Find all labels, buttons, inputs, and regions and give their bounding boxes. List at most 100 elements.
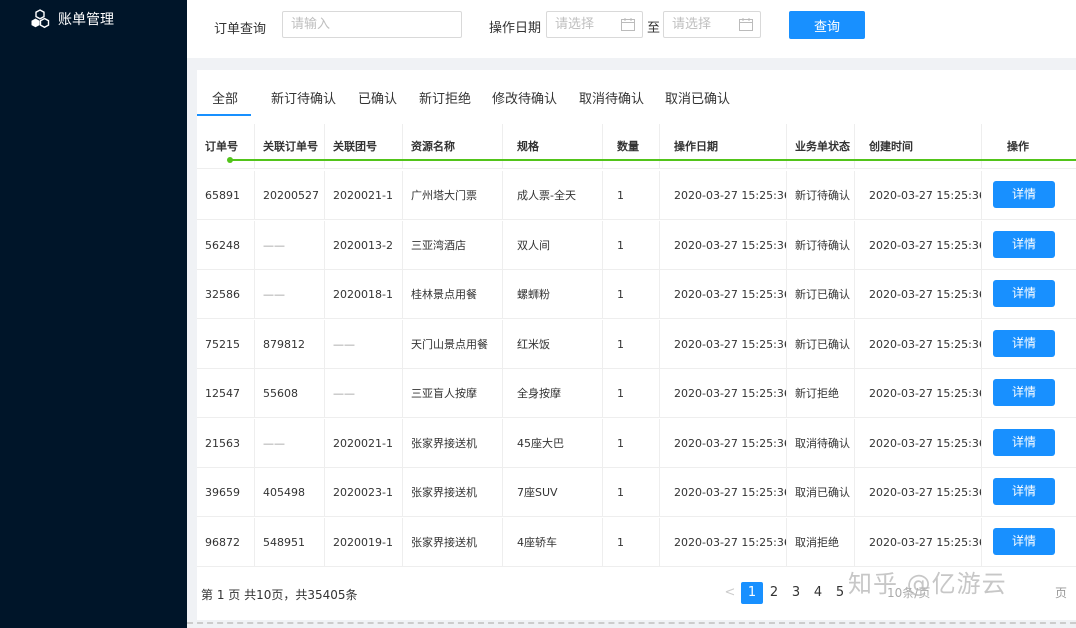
detail-button[interactable]: 详情 <box>993 329 1055 357</box>
date-from-placeholder: 请选择 <box>555 17 595 32</box>
col-status: 业务单状态 <box>787 124 855 169</box>
tab-all[interactable]: 全部 <box>212 90 238 116</box>
cell-spec: 45座大巴 <box>503 418 603 468</box>
cell-group-no: —— <box>325 369 403 418</box>
cell-linked-order: —— <box>255 270 325 319</box>
main-content: 订单查询 请输入 操作日期 请选择 至 请选择 查询 全部 新订待确认 已确认 … <box>187 0 1076 628</box>
cell-group-no: 2020013-2 <box>325 220 403 270</box>
cell-created: 2020-03-27 15:25:36 <box>855 418 982 468</box>
table-row: 32586 —— 2020018-1 桂林景点用餐 螺蛳粉 1 2020-03-27 15:… <box>197 270 1076 319</box>
cell-resource: 广州塔大门票 <box>403 171 503 220</box>
cell-status: 取消拒绝 <box>787 517 855 567</box>
cell-linked-order: —— <box>255 418 325 468</box>
cell-created: 2020-03-27 15:25:36 <box>855 468 982 517</box>
cell-op-date: 2020-03-27 15:25:36 <box>660 270 787 319</box>
header-accent-dot <box>227 157 233 163</box>
cell-spec: 成人票-全天 <box>503 171 603 220</box>
date-to-picker[interactable]: 请选择 <box>663 11 761 38</box>
pagination-summary: 第 1 页 共10页，共35405条 <box>201 588 358 602</box>
cell-spec: 双人间 <box>503 220 603 270</box>
detail-button[interactable]: 详情 <box>993 379 1055 406</box>
tab-modify-pending[interactable]: 修改待确认 <box>492 90 557 116</box>
prev-page-button[interactable]: < <box>719 582 741 604</box>
cell-group-no: —— <box>325 319 403 369</box>
tab-new-rejected[interactable]: 新订拒绝 <box>419 90 471 116</box>
cell-linked-order: 879812 <box>255 319 325 369</box>
detail-button[interactable]: 详情 <box>993 478 1055 505</box>
table-row: 39659 405498 2020023-1 张家界接送机 7座SUV 1 2020-03-… <box>197 468 1076 517</box>
query-button[interactable]: 查询 <box>789 11 865 39</box>
cell-op-date: 2020-03-27 15:25:36 <box>660 171 787 220</box>
table-row: 12547 55608 —— 三亚盲人按摩 全身按摩 1 2020-03-27 15:25:… <box>197 369 1076 418</box>
cell-group-no: 2020021-1 <box>325 171 403 220</box>
watermark: 知乎 @亿游云 <box>848 570 1007 598</box>
col-created: 创建时间 <box>855 124 982 169</box>
calendar-icon <box>621 18 635 31</box>
cell-linked-order: 548951 <box>255 517 325 567</box>
col-qty: 数量 <box>603 124 660 169</box>
order-panel: 全部 新订待确认 已确认 新订拒绝 修改待确认 取消待确认 取消已确认 订单号 … <box>197 70 1076 620</box>
sidebar-title: 账单管理 <box>58 12 114 28</box>
cell-created: 2020-03-27 15:25:36 <box>855 369 982 418</box>
cell-spec: 红米饭 <box>503 319 603 369</box>
status-tabs: 全部 新订待确认 已确认 新订拒绝 修改待确认 取消待确认 取消已确认 <box>197 90 1076 116</box>
cell-qty: 1 <box>603 369 660 418</box>
cell-created: 2020-03-27 15:25:36 <box>855 270 982 319</box>
cell-linked-order: 55608 <box>255 369 325 418</box>
col-order-no: 订单号 <box>197 124 255 169</box>
cell-linked-order: 20200527 <box>255 171 325 220</box>
col-resource: 资源名称 <box>403 124 503 169</box>
cell-resource: 三亚盲人按摩 <box>403 369 503 418</box>
col-spec: 规格 <box>503 124 603 169</box>
col-group-no: 关联团号 <box>325 124 403 169</box>
cell-created: 2020-03-27 15:25:36 <box>855 517 982 567</box>
table-row: 96872 548951 2020019-1 张家界接送机 4座轿车 1 2020-03-2… <box>197 517 1076 567</box>
bottom-divider <box>187 622 1076 624</box>
cell-qty: 1 <box>603 270 660 319</box>
cell-resource: 张家界接送机 <box>403 418 503 468</box>
col-op-date: 操作日期 <box>660 124 787 169</box>
detail-button[interactable]: 详情 <box>993 428 1055 456</box>
order-search-input[interactable]: 请输入 <box>282 11 462 38</box>
col-linked-order: 关联订单号 <box>255 124 325 169</box>
cell-spec: 全身按摩 <box>503 369 603 418</box>
page-3[interactable]: 3 <box>785 582 807 604</box>
cell-op-date: 2020-03-27 15:25:36 <box>660 319 787 369</box>
table-header: 订单号 关联订单号 关联团号 资源名称 规格 数量 操作日期 业务单状态 创建时… <box>197 124 1076 169</box>
cell-order-no: 65891 <box>197 171 255 220</box>
col-action: 操作 <box>1007 140 1029 153</box>
detail-button[interactable]: 详情 <box>993 230 1055 258</box>
page-1[interactable]: 1 <box>741 582 763 604</box>
cell-created: 2020-03-27 15:25:36 <box>855 171 982 220</box>
cell-order-no: 39659 <box>197 468 255 517</box>
tab-cancel-confirmed[interactable]: 取消已确认 <box>665 90 730 116</box>
tab-confirmed[interactable]: 已确认 <box>358 90 397 116</box>
detail-button[interactable]: 详情 <box>993 280 1055 307</box>
tab-new-pending[interactable]: 新订待确认 <box>271 90 336 116</box>
search-bar: 订单查询 请输入 操作日期 请选择 至 请选择 查询 <box>187 0 1076 58</box>
table-row: 21563 —— 2020021-1 张家界接送机 45座大巴 1 2020-03-27 1… <box>197 418 1076 468</box>
cell-status: 取消待确认 <box>787 418 855 468</box>
table-row: 56248 —— 2020013-2 三亚湾酒店 双人间 1 2020-03-27 15:2… <box>197 220 1076 270</box>
cell-order-no: 96872 <box>197 517 255 567</box>
cell-spec: 螺蛳粉 <box>503 270 603 319</box>
tab-cancel-pending[interactable]: 取消待确认 <box>579 90 644 116</box>
page-4[interactable]: 4 <box>807 582 829 604</box>
page-2[interactable]: 2 <box>763 582 785 604</box>
cell-op-date: 2020-03-27 15:25:36 <box>660 517 787 567</box>
detail-button[interactable]: 详情 <box>993 181 1055 208</box>
date-from-picker[interactable]: 请选择 <box>546 11 643 38</box>
cell-status: 新订拒绝 <box>787 369 855 418</box>
cell-op-date: 2020-03-27 15:25:36 <box>660 418 787 468</box>
cell-qty: 1 <box>603 171 660 220</box>
date-label: 操作日期 <box>489 21 542 36</box>
cell-created: 2020-03-27 15:25:36 <box>855 220 982 270</box>
date-to-placeholder: 请选择 <box>672 17 712 32</box>
cell-order-no: 56248 <box>197 220 255 270</box>
sidebar-brand[interactable]: 账单管理 <box>30 9 114 29</box>
detail-button[interactable]: 详情 <box>993 527 1055 555</box>
active-tab-indicator <box>197 114 251 116</box>
date-to-label: 至 <box>647 21 661 36</box>
cell-qty: 1 <box>603 418 660 468</box>
cell-qty: 1 <box>603 319 660 369</box>
